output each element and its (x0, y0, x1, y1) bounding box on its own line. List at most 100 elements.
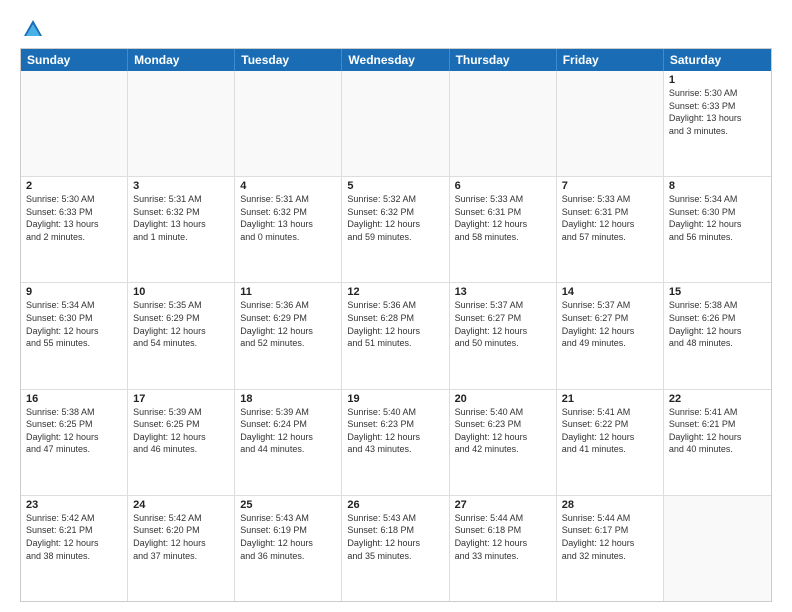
day-number: 13 (455, 286, 551, 298)
calendar: SundayMondayTuesdayWednesdayThursdayFrid… (20, 48, 772, 602)
day-info: Sunrise: 5:31 AM Sunset: 6:32 PM Dayligh… (240, 193, 336, 243)
day-info: Sunrise: 5:32 AM Sunset: 6:32 PM Dayligh… (347, 193, 443, 243)
day-info: Sunrise: 5:38 AM Sunset: 6:25 PM Dayligh… (26, 406, 122, 456)
calendar-cell: 4Sunrise: 5:31 AM Sunset: 6:32 PM Daylig… (235, 177, 342, 282)
day-info: Sunrise: 5:30 AM Sunset: 6:33 PM Dayligh… (669, 87, 766, 137)
day-info: Sunrise: 5:39 AM Sunset: 6:24 PM Dayligh… (240, 406, 336, 456)
day-number: 10 (133, 286, 229, 298)
calendar-cell: 24Sunrise: 5:42 AM Sunset: 6:20 PM Dayli… (128, 496, 235, 601)
day-info: Sunrise: 5:39 AM Sunset: 6:25 PM Dayligh… (133, 406, 229, 456)
day-info: Sunrise: 5:41 AM Sunset: 6:21 PM Dayligh… (669, 406, 766, 456)
day-info: Sunrise: 5:42 AM Sunset: 6:20 PM Dayligh… (133, 512, 229, 562)
day-number: 23 (26, 499, 122, 511)
calendar-row: 23Sunrise: 5:42 AM Sunset: 6:21 PM Dayli… (21, 495, 771, 601)
calendar-cell: 12Sunrise: 5:36 AM Sunset: 6:28 PM Dayli… (342, 283, 449, 388)
day-info: Sunrise: 5:44 AM Sunset: 6:17 PM Dayligh… (562, 512, 658, 562)
header (20, 18, 772, 40)
day-number: 1 (669, 74, 766, 86)
calendar-cell: 14Sunrise: 5:37 AM Sunset: 6:27 PM Dayli… (557, 283, 664, 388)
calendar-row: 2Sunrise: 5:30 AM Sunset: 6:33 PM Daylig… (21, 176, 771, 282)
calendar-cell: 17Sunrise: 5:39 AM Sunset: 6:25 PM Dayli… (128, 390, 235, 495)
calendar-cell: 23Sunrise: 5:42 AM Sunset: 6:21 PM Dayli… (21, 496, 128, 601)
page: SundayMondayTuesdayWednesdayThursdayFrid… (0, 0, 792, 612)
day-number: 21 (562, 393, 658, 405)
calendar-cell (557, 71, 664, 176)
day-number: 9 (26, 286, 122, 298)
weekday-header: Saturday (664, 49, 771, 71)
day-info: Sunrise: 5:37 AM Sunset: 6:27 PM Dayligh… (562, 299, 658, 349)
day-number: 24 (133, 499, 229, 511)
calendar-cell: 22Sunrise: 5:41 AM Sunset: 6:21 PM Dayli… (664, 390, 771, 495)
weekday-header: Tuesday (235, 49, 342, 71)
calendar-cell: 5Sunrise: 5:32 AM Sunset: 6:32 PM Daylig… (342, 177, 449, 282)
calendar-cell: 28Sunrise: 5:44 AM Sunset: 6:17 PM Dayli… (557, 496, 664, 601)
calendar-cell: 3Sunrise: 5:31 AM Sunset: 6:32 PM Daylig… (128, 177, 235, 282)
calendar-cell (235, 71, 342, 176)
weekday-header: Thursday (450, 49, 557, 71)
calendar-body: 1Sunrise: 5:30 AM Sunset: 6:33 PM Daylig… (21, 71, 771, 601)
calendar-cell (21, 71, 128, 176)
calendar-cell: 16Sunrise: 5:38 AM Sunset: 6:25 PM Dayli… (21, 390, 128, 495)
calendar-cell: 20Sunrise: 5:40 AM Sunset: 6:23 PM Dayli… (450, 390, 557, 495)
calendar-cell: 13Sunrise: 5:37 AM Sunset: 6:27 PM Dayli… (450, 283, 557, 388)
day-number: 8 (669, 180, 766, 192)
calendar-cell: 10Sunrise: 5:35 AM Sunset: 6:29 PM Dayli… (128, 283, 235, 388)
day-number: 16 (26, 393, 122, 405)
day-info: Sunrise: 5:36 AM Sunset: 6:29 PM Dayligh… (240, 299, 336, 349)
calendar-header: SundayMondayTuesdayWednesdayThursdayFrid… (21, 49, 771, 71)
calendar-cell: 11Sunrise: 5:36 AM Sunset: 6:29 PM Dayli… (235, 283, 342, 388)
day-info: Sunrise: 5:36 AM Sunset: 6:28 PM Dayligh… (347, 299, 443, 349)
day-number: 15 (669, 286, 766, 298)
day-number: 19 (347, 393, 443, 405)
day-number: 17 (133, 393, 229, 405)
day-number: 27 (455, 499, 551, 511)
day-info: Sunrise: 5:40 AM Sunset: 6:23 PM Dayligh… (455, 406, 551, 456)
day-info: Sunrise: 5:43 AM Sunset: 6:18 PM Dayligh… (347, 512, 443, 562)
day-info: Sunrise: 5:30 AM Sunset: 6:33 PM Dayligh… (26, 193, 122, 243)
weekday-header: Friday (557, 49, 664, 71)
calendar-cell (664, 496, 771, 601)
day-info: Sunrise: 5:41 AM Sunset: 6:22 PM Dayligh… (562, 406, 658, 456)
day-number: 20 (455, 393, 551, 405)
day-info: Sunrise: 5:34 AM Sunset: 6:30 PM Dayligh… (669, 193, 766, 243)
day-info: Sunrise: 5:44 AM Sunset: 6:18 PM Dayligh… (455, 512, 551, 562)
day-number: 18 (240, 393, 336, 405)
calendar-cell: 1Sunrise: 5:30 AM Sunset: 6:33 PM Daylig… (664, 71, 771, 176)
logo (20, 18, 44, 40)
calendar-cell (450, 71, 557, 176)
calendar-cell: 7Sunrise: 5:33 AM Sunset: 6:31 PM Daylig… (557, 177, 664, 282)
calendar-cell: 21Sunrise: 5:41 AM Sunset: 6:22 PM Dayli… (557, 390, 664, 495)
day-number: 12 (347, 286, 443, 298)
calendar-cell: 2Sunrise: 5:30 AM Sunset: 6:33 PM Daylig… (21, 177, 128, 282)
calendar-cell: 6Sunrise: 5:33 AM Sunset: 6:31 PM Daylig… (450, 177, 557, 282)
day-info: Sunrise: 5:34 AM Sunset: 6:30 PM Dayligh… (26, 299, 122, 349)
calendar-cell (342, 71, 449, 176)
calendar-cell: 25Sunrise: 5:43 AM Sunset: 6:19 PM Dayli… (235, 496, 342, 601)
calendar-row: 16Sunrise: 5:38 AM Sunset: 6:25 PM Dayli… (21, 389, 771, 495)
calendar-cell: 18Sunrise: 5:39 AM Sunset: 6:24 PM Dayli… (235, 390, 342, 495)
calendar-cell: 15Sunrise: 5:38 AM Sunset: 6:26 PM Dayli… (664, 283, 771, 388)
day-number: 5 (347, 180, 443, 192)
day-info: Sunrise: 5:33 AM Sunset: 6:31 PM Dayligh… (455, 193, 551, 243)
day-info: Sunrise: 5:33 AM Sunset: 6:31 PM Dayligh… (562, 193, 658, 243)
calendar-row: 9Sunrise: 5:34 AM Sunset: 6:30 PM Daylig… (21, 282, 771, 388)
day-number: 28 (562, 499, 658, 511)
day-info: Sunrise: 5:31 AM Sunset: 6:32 PM Dayligh… (133, 193, 229, 243)
day-info: Sunrise: 5:42 AM Sunset: 6:21 PM Dayligh… (26, 512, 122, 562)
logo-icon (22, 18, 44, 40)
calendar-cell: 27Sunrise: 5:44 AM Sunset: 6:18 PM Dayli… (450, 496, 557, 601)
day-number: 11 (240, 286, 336, 298)
day-info: Sunrise: 5:37 AM Sunset: 6:27 PM Dayligh… (455, 299, 551, 349)
calendar-row: 1Sunrise: 5:30 AM Sunset: 6:33 PM Daylig… (21, 71, 771, 176)
day-number: 4 (240, 180, 336, 192)
day-number: 14 (562, 286, 658, 298)
calendar-cell: 26Sunrise: 5:43 AM Sunset: 6:18 PM Dayli… (342, 496, 449, 601)
day-number: 25 (240, 499, 336, 511)
day-number: 22 (669, 393, 766, 405)
weekday-header: Monday (128, 49, 235, 71)
calendar-cell: 9Sunrise: 5:34 AM Sunset: 6:30 PM Daylig… (21, 283, 128, 388)
day-info: Sunrise: 5:40 AM Sunset: 6:23 PM Dayligh… (347, 406, 443, 456)
day-number: 7 (562, 180, 658, 192)
day-info: Sunrise: 5:35 AM Sunset: 6:29 PM Dayligh… (133, 299, 229, 349)
day-info: Sunrise: 5:38 AM Sunset: 6:26 PM Dayligh… (669, 299, 766, 349)
